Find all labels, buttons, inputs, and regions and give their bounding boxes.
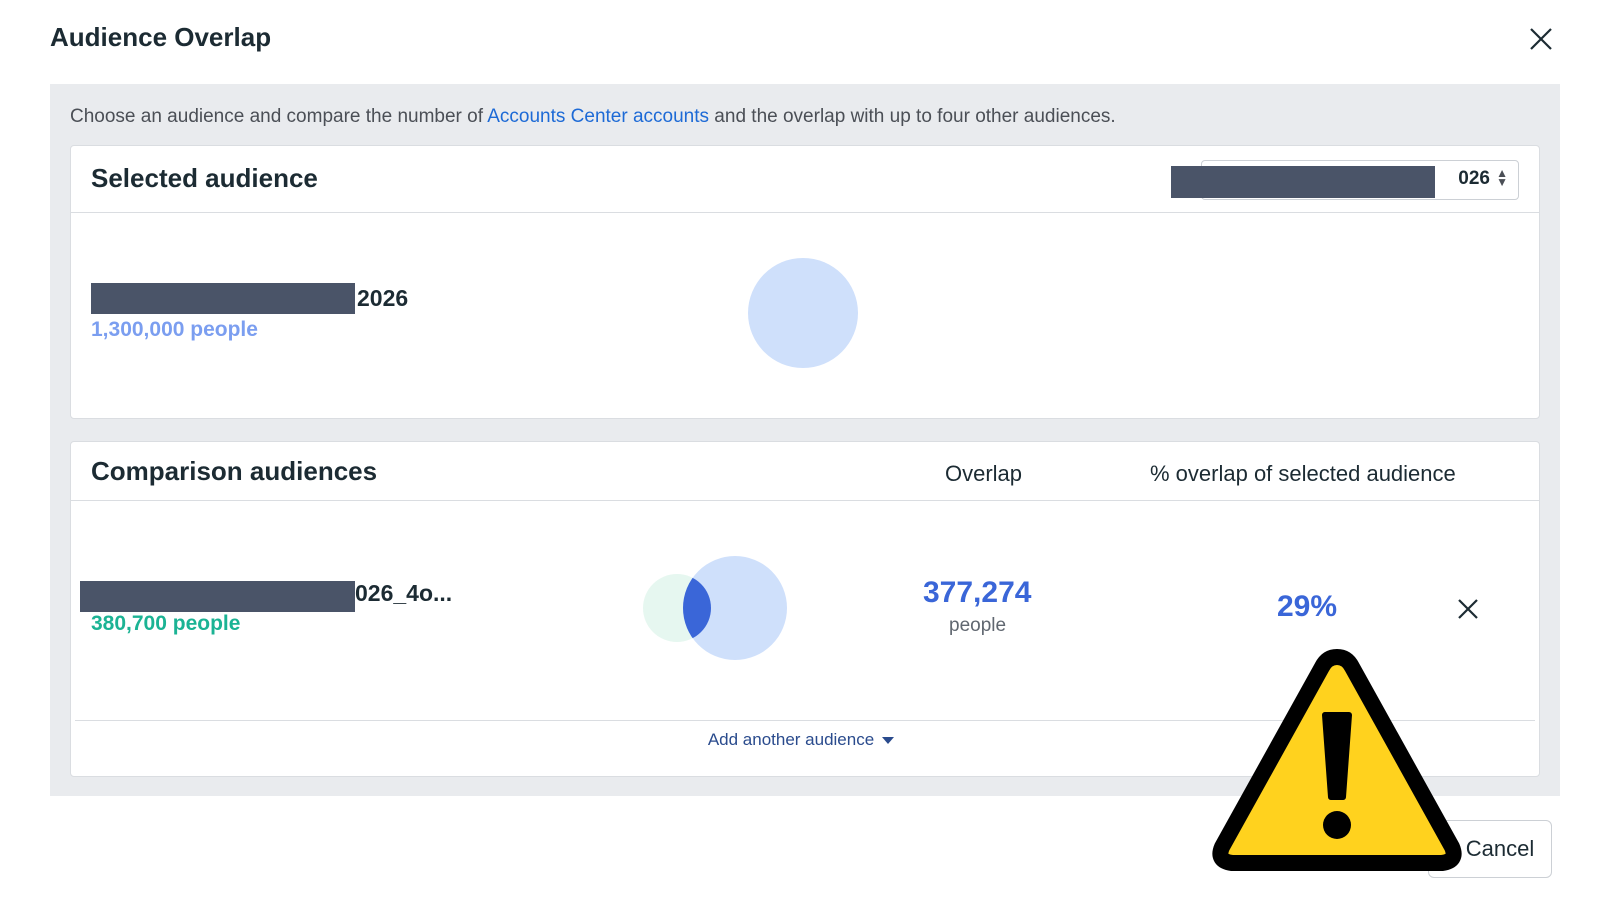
redaction-bar xyxy=(80,581,355,612)
selected-audience-circle xyxy=(748,258,858,368)
chevron-down-icon xyxy=(882,737,895,745)
dropdown-value: 026 xyxy=(1458,168,1490,189)
overlap-count: 377,274 xyxy=(923,576,1032,609)
accounts-center-link[interactable]: Accounts Center accounts xyxy=(487,106,709,127)
add-another-audience-button[interactable]: Add another audience xyxy=(701,730,901,750)
redaction-bar xyxy=(1171,166,1435,198)
selected-audience-card: Selected audience 026 ▲ ▼ 2026 1,300,000 … xyxy=(70,145,1540,419)
selected-audience-header: Selected audience 026 ▲ ▼ xyxy=(71,146,1539,213)
remove-icon[interactable] xyxy=(1455,596,1481,622)
comparison-header: Comparison audiences Overlap % overlap o… xyxy=(71,442,1539,501)
redaction-bar xyxy=(91,283,355,314)
selected-audience-name: 2026 xyxy=(357,285,409,311)
selected-audience-size: 1,300,000 people xyxy=(91,318,258,341)
audience-overlap-dialog: Audience Overlap Choose an audience and … xyxy=(0,0,1600,900)
dialog-title: Audience Overlap xyxy=(50,22,272,52)
comparison-audience-size: 380,700 people xyxy=(91,612,241,635)
overlap-column-header: Overlap xyxy=(945,461,1023,486)
close-icon[interactable] xyxy=(1526,24,1556,54)
percent-overlap-column-header: % overlap of selected audience xyxy=(1150,461,1456,486)
comparison-audiences-heading: Comparison audiences xyxy=(91,456,378,486)
comparison-audience-name: 026_4o... xyxy=(355,580,453,606)
intro-suffix: and the overlap with up to four other au… xyxy=(709,106,1116,127)
intro-prefix: Choose an audience and compare the numbe… xyxy=(70,106,488,127)
overlap-unit: people xyxy=(949,615,1007,636)
sort-caret-icon: ▲ ▼ xyxy=(1496,166,1508,189)
warning-triangle-icon xyxy=(1212,649,1462,871)
add-another-audience-label: Add another audience xyxy=(707,730,875,749)
venn-diagram xyxy=(643,556,787,660)
intro-text: Choose an audience and compare the numbe… xyxy=(70,106,1116,128)
percent-overlap-value: 29% xyxy=(1277,590,1338,623)
selected-audience-heading: Selected audience xyxy=(91,163,318,193)
